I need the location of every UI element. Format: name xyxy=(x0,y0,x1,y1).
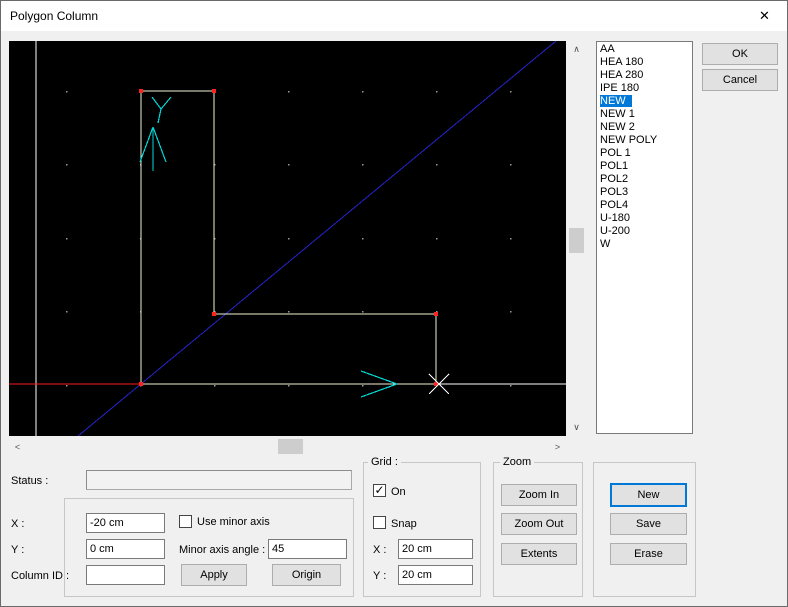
horizontal-scroll-thumb[interactable] xyxy=(278,439,303,454)
minor-axis-angle-input[interactable] xyxy=(268,539,347,559)
scroll-right-icon[interactable]: > xyxy=(549,438,566,455)
list-item[interactable]: POL4 xyxy=(597,199,692,212)
grid-y-input[interactable] xyxy=(398,565,473,585)
grid-y-label: Y : xyxy=(373,570,386,582)
column-id-label: Column ID : xyxy=(11,570,69,582)
list-item[interactable]: W xyxy=(597,238,692,251)
ok-button[interactable]: OK xyxy=(702,43,778,65)
grid-snap-label: Snap xyxy=(391,518,417,530)
vertical-scroll-thumb[interactable] xyxy=(569,228,584,253)
scroll-left-icon[interactable]: < xyxy=(9,438,26,455)
scroll-up-icon[interactable]: ∧ xyxy=(568,41,585,58)
close-icon[interactable]: ✕ xyxy=(742,1,787,30)
grid-group-label: Grid : xyxy=(368,456,401,468)
y-label: Y : xyxy=(11,544,24,556)
x-input[interactable] xyxy=(86,513,165,533)
minor-axis-angle-label: Minor axis angle : xyxy=(179,544,265,556)
drawing-canvas[interactable] xyxy=(9,41,566,436)
grid-x-label: X : xyxy=(373,544,386,556)
polygon-section-drawing xyxy=(9,41,566,436)
use-minor-axis-label: Use minor axis xyxy=(197,516,270,528)
x-label: X : xyxy=(11,518,24,530)
list-item[interactable]: U-180 xyxy=(597,212,692,225)
list-item[interactable]: NEW 1 xyxy=(597,108,692,121)
y-input[interactable] xyxy=(86,539,165,559)
list-item[interactable]: HEA 180 xyxy=(597,56,692,69)
list-item[interactable]: AA xyxy=(597,43,692,56)
grid-on-checkbox[interactable]: ✓ xyxy=(373,484,386,497)
list-item[interactable]: POL3 xyxy=(597,186,692,199)
status-field xyxy=(86,470,352,490)
title-bar: Polygon Column ✕ xyxy=(1,1,787,31)
apply-button[interactable]: Apply xyxy=(181,564,247,586)
new-button[interactable]: New xyxy=(610,483,687,507)
window-title: Polygon Column xyxy=(10,9,98,23)
list-item[interactable]: NEW xyxy=(597,95,692,108)
vertical-scrollbar[interactable]: ∧ ∨ xyxy=(568,41,585,436)
list-item[interactable]: U-200 xyxy=(597,225,692,238)
save-button[interactable]: Save xyxy=(610,513,687,535)
status-label: Status : xyxy=(11,475,48,487)
grid-snap-checkbox[interactable] xyxy=(373,516,386,529)
scroll-down-icon[interactable]: ∨ xyxy=(568,419,585,436)
zoom-in-button[interactable]: Zoom In xyxy=(501,484,577,506)
list-item[interactable]: POL 1 xyxy=(597,147,692,160)
extents-button[interactable]: Extents xyxy=(501,543,577,565)
list-item[interactable]: HEA 280 xyxy=(597,69,692,82)
list-item[interactable]: POL1 xyxy=(597,160,692,173)
erase-button[interactable]: Erase xyxy=(610,543,687,565)
cancel-button[interactable]: Cancel xyxy=(702,69,778,91)
column-id-input[interactable] xyxy=(86,565,165,585)
grid-on-label: On xyxy=(391,486,406,498)
list-item[interactable]: POL2 xyxy=(597,173,692,186)
list-item[interactable]: NEW POLY xyxy=(597,134,692,147)
horizontal-scrollbar[interactable]: < > xyxy=(9,438,566,455)
zoom-group-label: Zoom xyxy=(500,456,534,468)
zoom-out-button[interactable]: Zoom Out xyxy=(501,513,577,535)
grid-x-input[interactable] xyxy=(398,539,473,559)
polygon-column-dialog: Polygon Column ✕ ∧ ∨ < > AAHEA 180HEA 28… xyxy=(0,0,788,607)
origin-button[interactable]: Origin xyxy=(272,564,341,586)
list-item[interactable]: IPE 180 xyxy=(597,82,692,95)
section-listbox[interactable]: AAHEA 180HEA 280IPE 180NEWNEW 1NEW 2NEW … xyxy=(596,41,693,434)
list-item[interactable]: NEW 2 xyxy=(597,121,692,134)
use-minor-axis-checkbox[interactable] xyxy=(179,515,192,528)
